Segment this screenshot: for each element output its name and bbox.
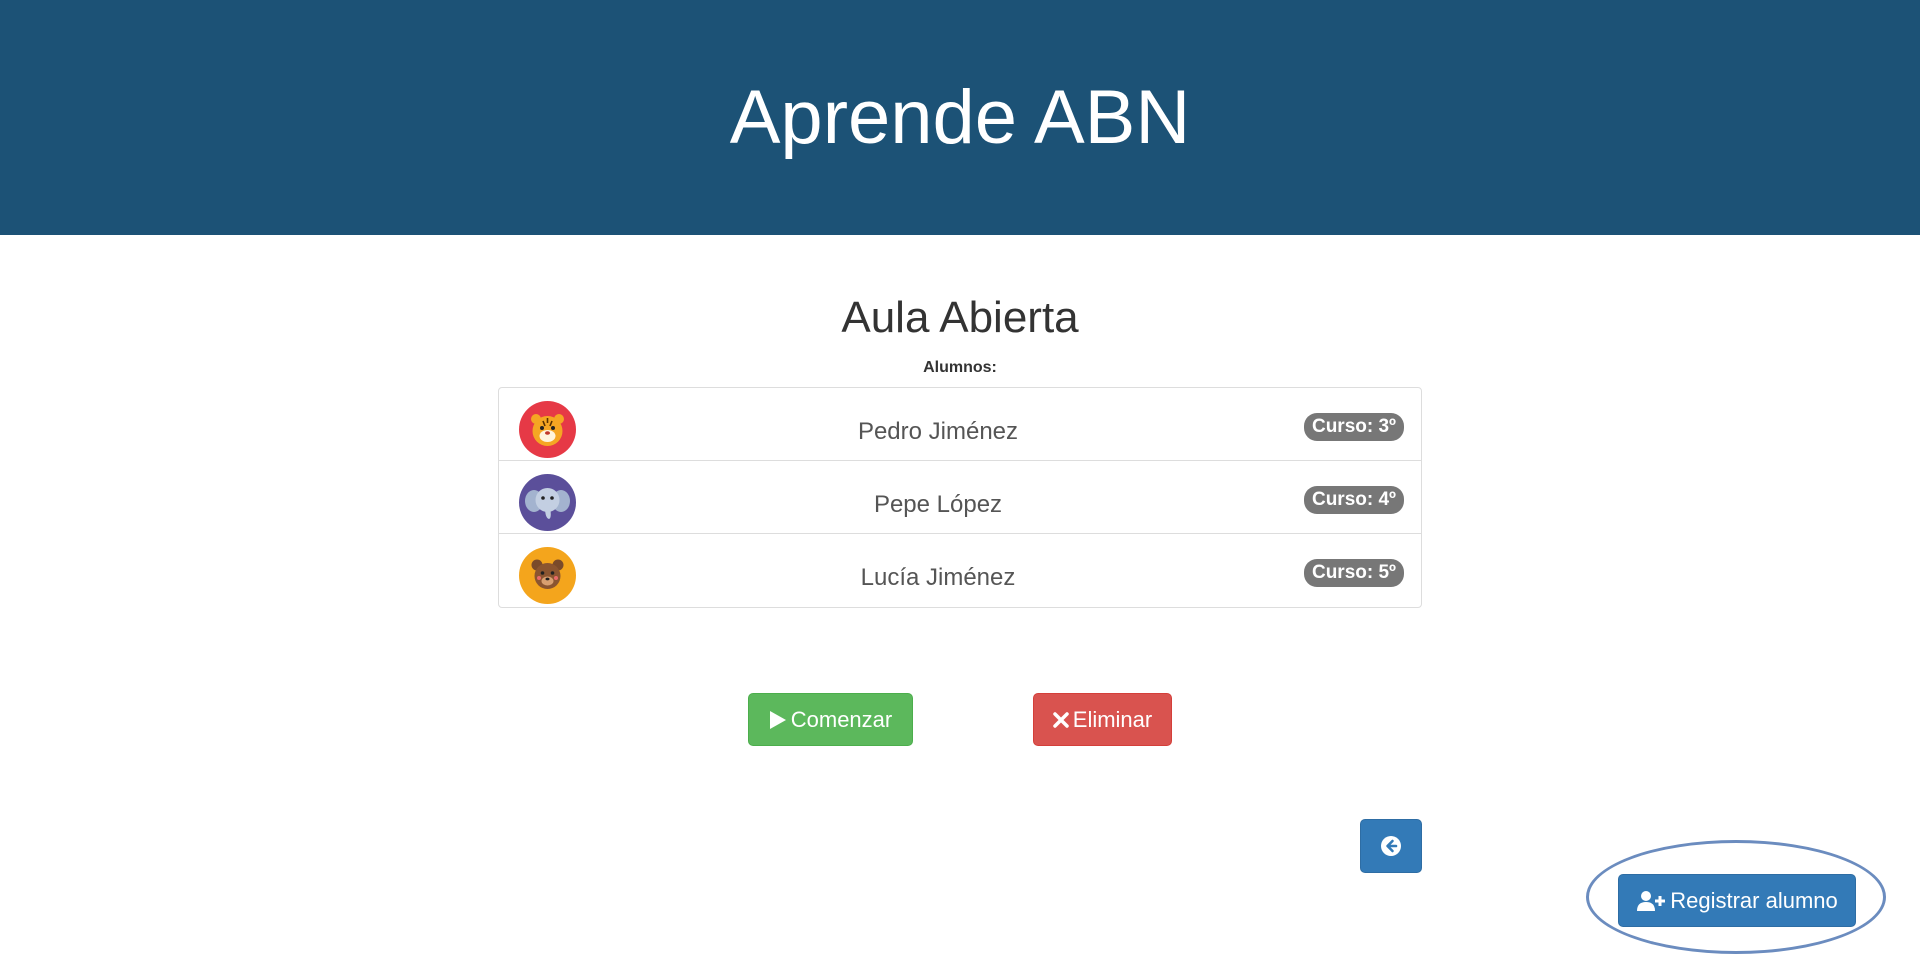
register-student-label: Registrar alumno [1670,887,1838,913]
student-name: Pedro Jiménez [857,418,1019,445]
student-name: Pepe López [873,491,1003,518]
user-plus-icon [1636,890,1666,912]
grade-badge: Curso: 4º [1303,486,1404,514]
student-name: Lucía Jiménez [860,564,1016,591]
student-row[interactable]: Lucía Jiménez Curso: 5º [499,534,1421,607]
play-icon [769,710,787,730]
back-button[interactable] [1360,819,1422,873]
arrow-circle-left-icon [1380,835,1402,857]
grade-badge: Curso: 5º [1303,559,1404,587]
delete-button-label: Eliminar [1072,706,1153,732]
student-list: Pedro Jiménez Curso: 3º Pepe López Curso… [498,387,1422,608]
close-icon [1053,711,1069,728]
app-title: Aprende ABN [729,75,1191,160]
register-student-button[interactable]: Registrar alumno [1618,874,1856,927]
classroom-title: Aula Abierta [841,293,1079,342]
grade-badge: Curso: 3º [1303,413,1404,441]
student-row[interactable]: Pepe López Curso: 4º [499,461,1421,534]
app-header: Aprende ABN [0,0,1920,235]
start-button-label: Comenzar [790,706,893,732]
students-label: Alumnos: [923,359,997,376]
student-row[interactable]: Pedro Jiménez Curso: 3º [499,388,1421,461]
start-button[interactable]: Comenzar [748,693,913,746]
delete-button[interactable]: Eliminar [1033,693,1172,746]
